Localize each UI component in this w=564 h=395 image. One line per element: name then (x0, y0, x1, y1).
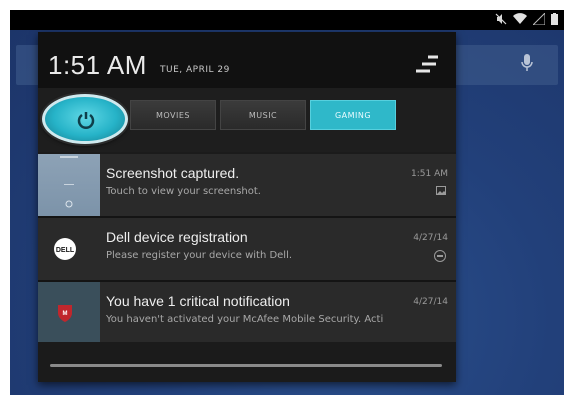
quick-settings-icon[interactable] (414, 54, 440, 76)
dell-thumbnail: DELL (38, 218, 100, 280)
mcafee-thumbnail: M (38, 282, 100, 344)
screenshot-preview-icon (60, 156, 78, 208)
notification-title: You have 1 critical notification (106, 293, 290, 309)
clock-time: 1:51 AM (48, 50, 147, 80)
power-icon (77, 112, 95, 129)
status-bar (10, 10, 564, 30)
cell-signal-icon (533, 13, 545, 25)
svg-text:DELL: DELL (56, 247, 75, 254)
shade-footer (38, 342, 456, 382)
notification-title: Screenshot captured. (106, 165, 240, 181)
shade-header: 1:51 AM TUE, APRIL 29 (38, 32, 456, 88)
microphone-icon[interactable] (520, 53, 534, 73)
notification-title: Dell device registration (106, 229, 248, 245)
notification-body: You haven't activated your McAfee Mobile… (106, 314, 384, 325)
notification-mcafee-critical[interactable]: M You have 1 critical notification You h… (38, 282, 456, 344)
shade-drag-handle[interactable] (50, 364, 442, 367)
dell-logo-icon: DELL (54, 238, 76, 260)
battery-icon (551, 13, 558, 25)
device-screen: 1:51 AM TUE, APRIL 29 MOVIES MUSIC GAMIN… (10, 10, 564, 395)
notification-shade: 1:51 AM TUE, APRIL 29 MOVIES MUSIC GAMIN… (38, 32, 456, 382)
image-icon (436, 186, 446, 195)
mcafee-shield-icon: M (58, 305, 72, 322)
notification-time: 4/27/14 (413, 233, 448, 243)
dell-small-icon (434, 250, 446, 262)
screenshot-thumbnail (38, 154, 100, 216)
mode-music-button[interactable]: MUSIC (220, 100, 306, 130)
notification-screenshot[interactable]: Screenshot captured. Touch to view your … (38, 154, 456, 216)
notification-dell-registration[interactable]: DELL Dell device registration Please reg… (38, 218, 456, 280)
mode-toggles-bar: MOVIES MUSIC GAMING (38, 88, 456, 152)
svg-text:M: M (63, 311, 68, 317)
notification-time: 4/27/14 (413, 297, 448, 307)
mode-gaming-button[interactable]: GAMING (310, 100, 396, 130)
notification-body: Please register your device with Dell. (106, 250, 293, 261)
power-toggle-button[interactable] (42, 94, 128, 144)
notification-body: Touch to view your screenshot. (106, 186, 261, 197)
mute-icon (495, 13, 507, 25)
wifi-icon (513, 13, 527, 24)
clock-date: TUE, APRIL 29 (160, 65, 230, 75)
notification-time: 1:51 AM (411, 169, 448, 179)
status-icons (495, 13, 558, 25)
mode-movies-button[interactable]: MOVIES (130, 100, 216, 130)
